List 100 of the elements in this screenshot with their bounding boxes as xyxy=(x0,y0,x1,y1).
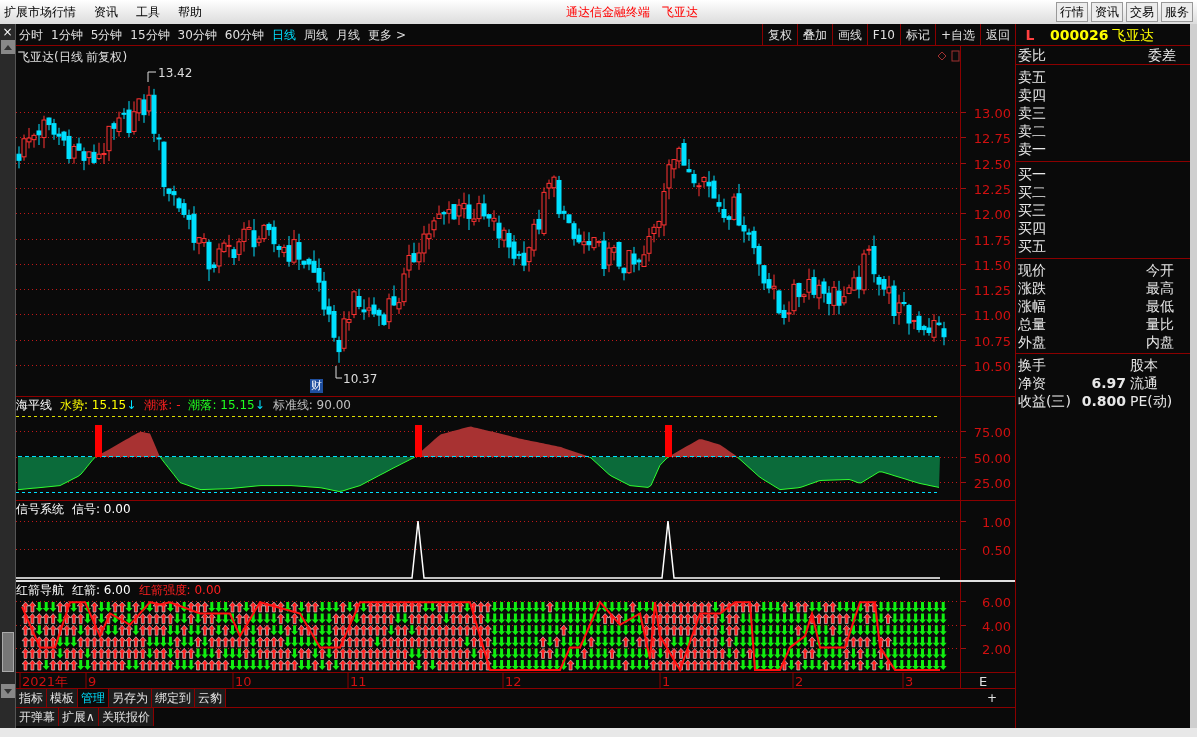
axis-label: 75.00 xyxy=(973,424,1011,440)
bottom-tab[interactable]: 云豹 xyxy=(195,689,226,707)
plus-button[interactable]: + xyxy=(986,689,997,707)
quote-label: 买二 xyxy=(1018,183,1047,201)
axis-label: 10.50 xyxy=(973,358,1011,374)
header-button[interactable]: 行情 xyxy=(1056,2,1088,22)
legend-text: 水势: 15.15 xyxy=(60,398,127,412)
market-flag-label: L xyxy=(1024,25,1036,44)
scroll-thumb[interactable] xyxy=(1,632,14,672)
period-tab[interactable]: 分时 xyxy=(19,25,43,44)
header-button[interactable]: 交易 xyxy=(1126,2,1158,22)
quote-label: 换手 xyxy=(1018,356,1047,374)
legend-text: 标准线: 90.00 xyxy=(272,398,351,412)
axis-label: 11.50 xyxy=(973,257,1011,273)
axis-label: 10.75 xyxy=(973,333,1011,349)
window-icon xyxy=(951,50,960,62)
close-button[interactable]: × xyxy=(2,24,13,40)
tool-button[interactable]: 叠加 xyxy=(796,24,832,45)
bottom-tab[interactable]: 扩展∧ xyxy=(59,708,99,726)
quote-label: 委差 xyxy=(1148,46,1176,64)
quote-label: 卖二 xyxy=(1018,122,1047,140)
bottom-tab[interactable]: 关联报价 xyxy=(98,708,154,726)
bottom-tab[interactable]: 指标 xyxy=(16,689,47,707)
period-tab[interactable]: 60分钟 xyxy=(224,25,265,44)
quote-label: 买四 xyxy=(1018,219,1047,237)
axis-label: 12.75 xyxy=(973,130,1011,146)
quote-label: 卖三 xyxy=(1018,104,1047,122)
axis-end-label: E xyxy=(979,674,988,688)
axis-label: 2.00 xyxy=(982,641,1011,657)
quote-label: PE(动) xyxy=(1130,392,1174,410)
period-tab[interactable]: 1分钟 xyxy=(51,25,83,44)
quote-label: 收益(三) xyxy=(1018,392,1072,410)
quote-value: 6.97 xyxy=(1091,375,1126,391)
quote-label: 量比 xyxy=(1146,315,1174,333)
quote-label: 卖五 xyxy=(1018,68,1047,86)
axis-label: 11.75 xyxy=(973,232,1011,248)
stock-code: 000026 xyxy=(1050,25,1109,44)
leader-line xyxy=(147,71,157,83)
period-tab[interactable]: 周线 xyxy=(304,25,329,44)
legend-text: 潮涨: - xyxy=(144,398,181,412)
tool-button[interactable]: 返回 xyxy=(980,24,1015,45)
scroll-down-icon[interactable] xyxy=(0,684,15,698)
diamond-icon xyxy=(937,51,947,61)
axis-label: 1.00 xyxy=(982,514,1011,530)
low-price-label: 10.37 xyxy=(343,372,378,386)
stock-title: 飞亚达 xyxy=(662,4,698,21)
legend-text: 红箭导航 xyxy=(16,583,64,597)
quote-label: 卖一 xyxy=(1018,140,1047,158)
period-tab[interactable]: 5分钟 xyxy=(90,25,123,44)
axis-label: 0.50 xyxy=(982,542,1011,558)
period-tab[interactable]: 30分钟 xyxy=(177,25,217,44)
axis-label: 13.00 xyxy=(973,105,1011,121)
bottom-tab[interactable]: 模板 xyxy=(47,689,78,707)
axis-label: 25.00 xyxy=(973,475,1011,491)
legend-text: 信号: 0.00 xyxy=(72,502,131,516)
quote-label: 买五 xyxy=(1018,237,1047,255)
menu-item[interactable]: 帮助 xyxy=(178,3,202,21)
date-label: 2021年 xyxy=(22,674,69,688)
period-tab[interactable]: 更多 > xyxy=(368,25,406,44)
period-tab[interactable]: 日线 xyxy=(272,25,297,44)
legend-text: 信号系统 xyxy=(16,502,64,516)
bottom-tab[interactable]: 管理 xyxy=(78,689,109,707)
menu-item[interactable]: 工具 xyxy=(136,3,160,21)
quote-label: 流通 xyxy=(1130,374,1159,392)
bottom-tab[interactable]: 另存为 xyxy=(109,689,152,707)
header-button[interactable]: 资讯 xyxy=(1091,2,1123,22)
header-button[interactable]: 服务 xyxy=(1161,2,1193,22)
quote-label: 涨幅 xyxy=(1018,297,1046,315)
quote-label: 最低 xyxy=(1146,297,1174,315)
period-tab[interactable]: 月线 xyxy=(336,25,361,44)
period-tab[interactable]: 15分钟 xyxy=(130,25,170,44)
quote-label: 现价 xyxy=(1018,261,1046,279)
bottom-tab[interactable]: 绑定到 xyxy=(152,689,195,707)
scroll-up-icon[interactable] xyxy=(0,40,15,54)
quote-label: 股本 xyxy=(1130,356,1159,374)
quote-label: 买一 xyxy=(1018,165,1047,183)
axis-label: 11.25 xyxy=(973,282,1011,298)
tool-button[interactable]: 复权 xyxy=(761,24,797,45)
quote-label: 委比 xyxy=(1018,46,1046,64)
tool-button[interactable]: 标记 xyxy=(899,24,935,45)
date-label: 12 xyxy=(505,674,522,688)
quote-label: 外盘 xyxy=(1018,333,1046,351)
quote-label: 最高 xyxy=(1146,279,1174,297)
axis-label: 4.00 xyxy=(982,618,1011,634)
chart-title: 飞亚达(日线 前复权) xyxy=(18,49,128,66)
legend-text: 潮落: 15.15 xyxy=(188,398,255,412)
bottom-tab[interactable]: 开弹幕 xyxy=(16,708,59,726)
quote-label: 涨跌 xyxy=(1018,279,1046,297)
quote-value: 0.800 xyxy=(1081,393,1126,409)
stock-name: 飞亚达 xyxy=(1112,25,1155,44)
menu-item[interactable]: 资讯 xyxy=(94,3,118,21)
tool-button[interactable]: +自选 xyxy=(934,24,980,45)
quote-label: 净资 xyxy=(1018,374,1047,392)
down-arrow-icon: ↓ xyxy=(126,398,137,412)
tool-button[interactable]: F10 xyxy=(866,24,900,45)
finance-marker: 财 xyxy=(310,379,323,393)
quote-label: 今开 xyxy=(1146,261,1174,279)
menu-item[interactable]: 扩展市场行情 xyxy=(4,3,76,21)
down-arrow-icon: ↓ xyxy=(254,398,265,412)
tool-button[interactable]: 画线 xyxy=(831,24,867,45)
